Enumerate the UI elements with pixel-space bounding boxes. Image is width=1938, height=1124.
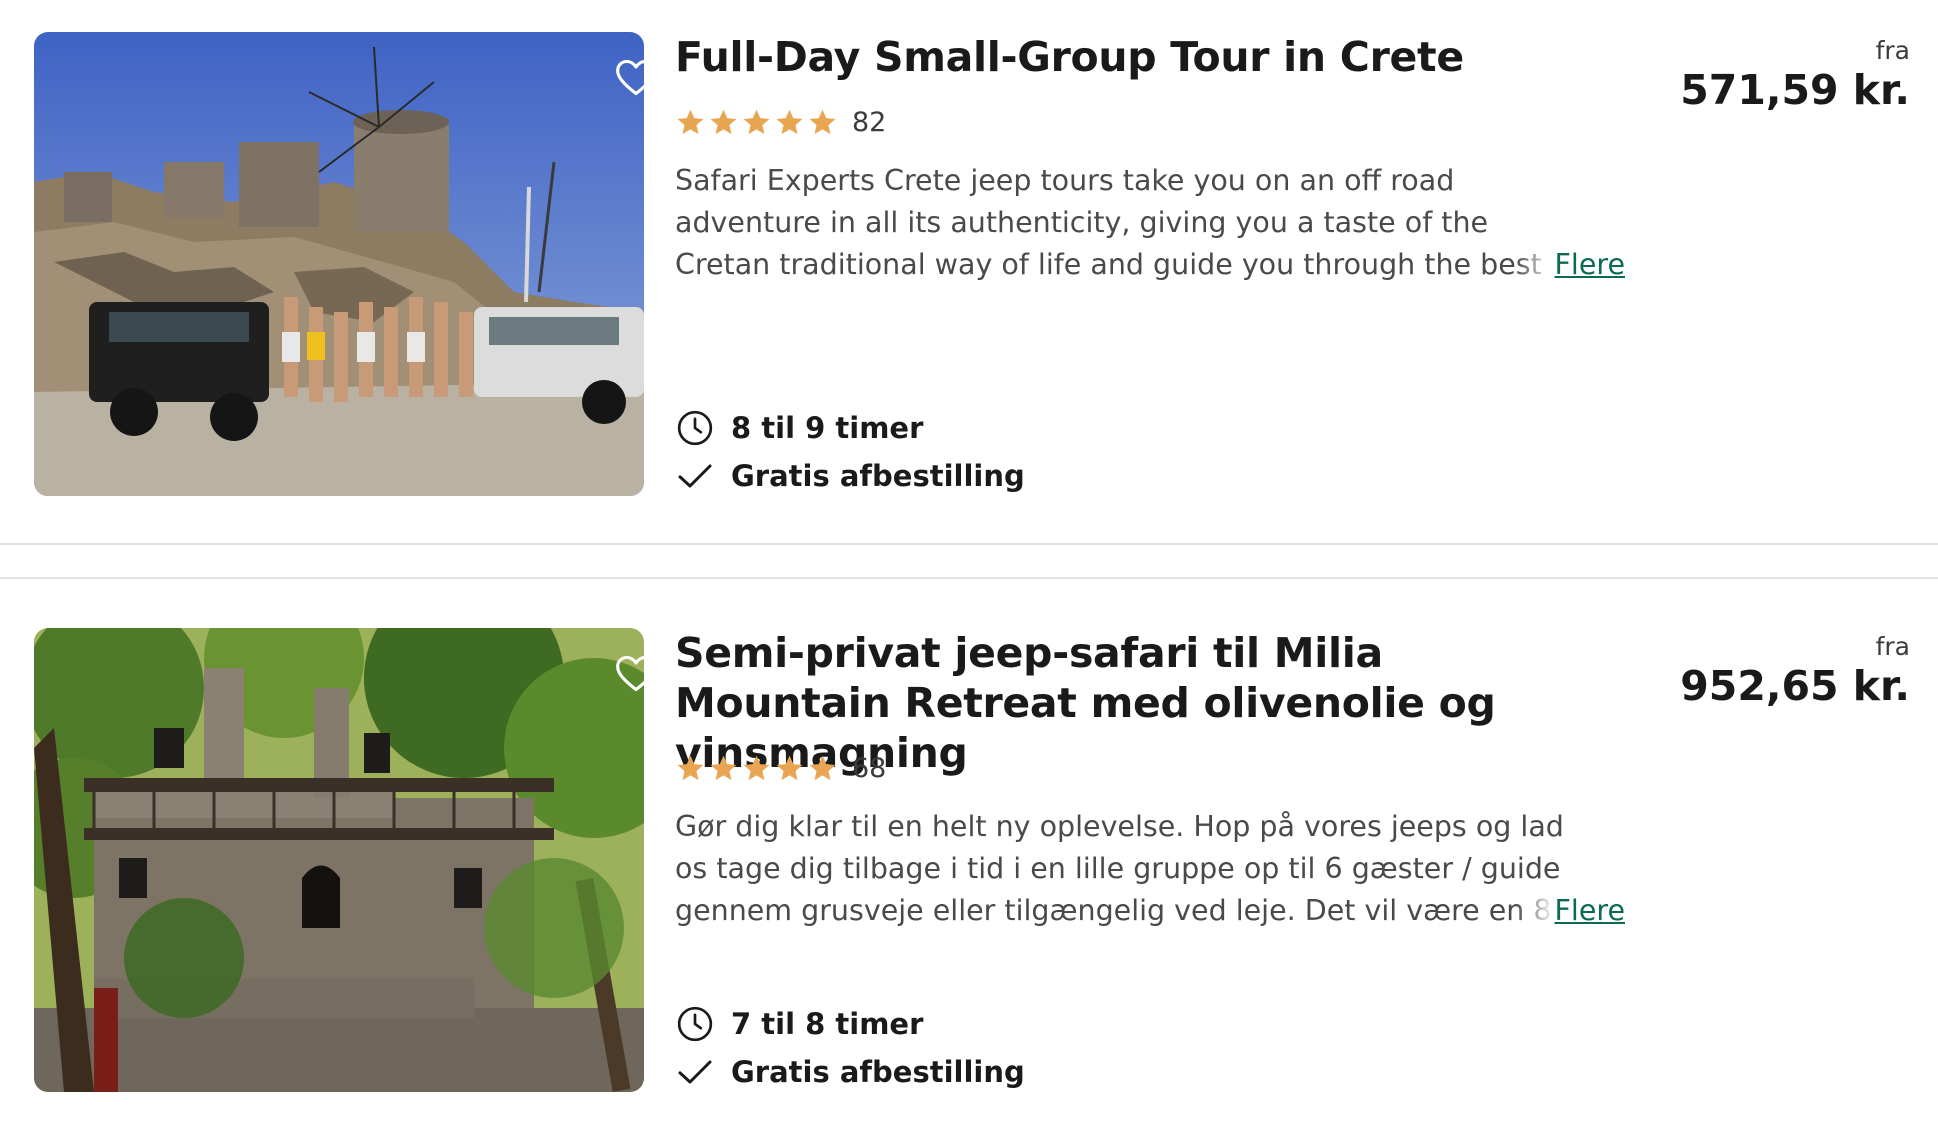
price-prefix: fra — [1875, 36, 1910, 65]
star-icon — [677, 109, 704, 134]
listing-description: Gør dig klar til en helt ny oplevelse. H… — [675, 806, 1635, 932]
listing-photo[interactable] — [34, 628, 644, 1092]
duration-text: 7 til 8 timer — [731, 1007, 924, 1041]
listing-card[interactable]: Full-Day Small-Group Tour in Crete 82 Sa… — [0, 32, 1938, 496]
star-icon — [677, 755, 704, 780]
heart-icon[interactable] — [614, 56, 644, 100]
star-icon — [710, 109, 737, 134]
rating-stars — [675, 107, 838, 138]
price-box: fra 952,65 kr. — [1680, 632, 1910, 710]
divider — [0, 577, 1938, 579]
star-icon — [710, 755, 737, 780]
rating-row: 68 — [675, 748, 886, 788]
more-link[interactable]: Flere — [1514, 244, 1625, 286]
listing-title[interactable]: Full-Day Small-Group Tour in Crete — [675, 32, 1555, 82]
price-prefix: fra — [1875, 632, 1910, 661]
star-icon — [776, 755, 803, 780]
checkmark-icon — [678, 1060, 712, 1084]
heart-icon[interactable] — [614, 652, 644, 696]
description-text: Gør dig klar til en helt ny oplevelse. H… — [675, 810, 1564, 927]
cancellation-text: Gratis afbestilling — [731, 1055, 1025, 1089]
duration-row: 7 til 8 timer — [675, 1004, 923, 1044]
cancellation-text: Gratis afbestilling — [731, 459, 1025, 493]
more-link[interactable]: Flere — [1514, 890, 1625, 932]
clock-icon — [677, 1006, 713, 1042]
price: 571,59 kr. — [1680, 66, 1910, 114]
clock-icon — [677, 410, 713, 446]
star-icon — [809, 755, 836, 780]
duration-row: 8 til 9 timer — [675, 408, 923, 448]
listing-description: Safari Experts Crete jeep tours take you… — [675, 160, 1635, 286]
star-icon — [809, 109, 836, 134]
stone-house-photo — [34, 628, 644, 1092]
listing-card[interactable]: Semi-privat jeep-safari til Milia Mounta… — [0, 628, 1938, 1092]
checkmark-icon — [678, 464, 712, 488]
listing-photo[interactable] — [34, 32, 644, 496]
cancellation-row: Gratis afbestilling — [675, 1052, 1025, 1092]
rating-stars — [675, 753, 838, 784]
divider — [0, 543, 1938, 545]
star-icon — [776, 109, 803, 134]
price: 952,65 kr. — [1680, 662, 1910, 710]
rating-row: 82 — [675, 102, 886, 142]
description-text: Safari Experts Crete jeep tours take you… — [675, 164, 1542, 281]
windmills-jeeps-photo — [34, 32, 644, 496]
star-icon — [743, 109, 770, 134]
price-box: fra 571,59 kr. — [1680, 36, 1910, 114]
duration-text: 8 til 9 timer — [731, 411, 924, 445]
review-count: 68 — [852, 752, 887, 784]
star-icon — [743, 755, 770, 780]
cancellation-row: Gratis afbestilling — [675, 456, 1025, 496]
review-count: 82 — [852, 106, 887, 138]
